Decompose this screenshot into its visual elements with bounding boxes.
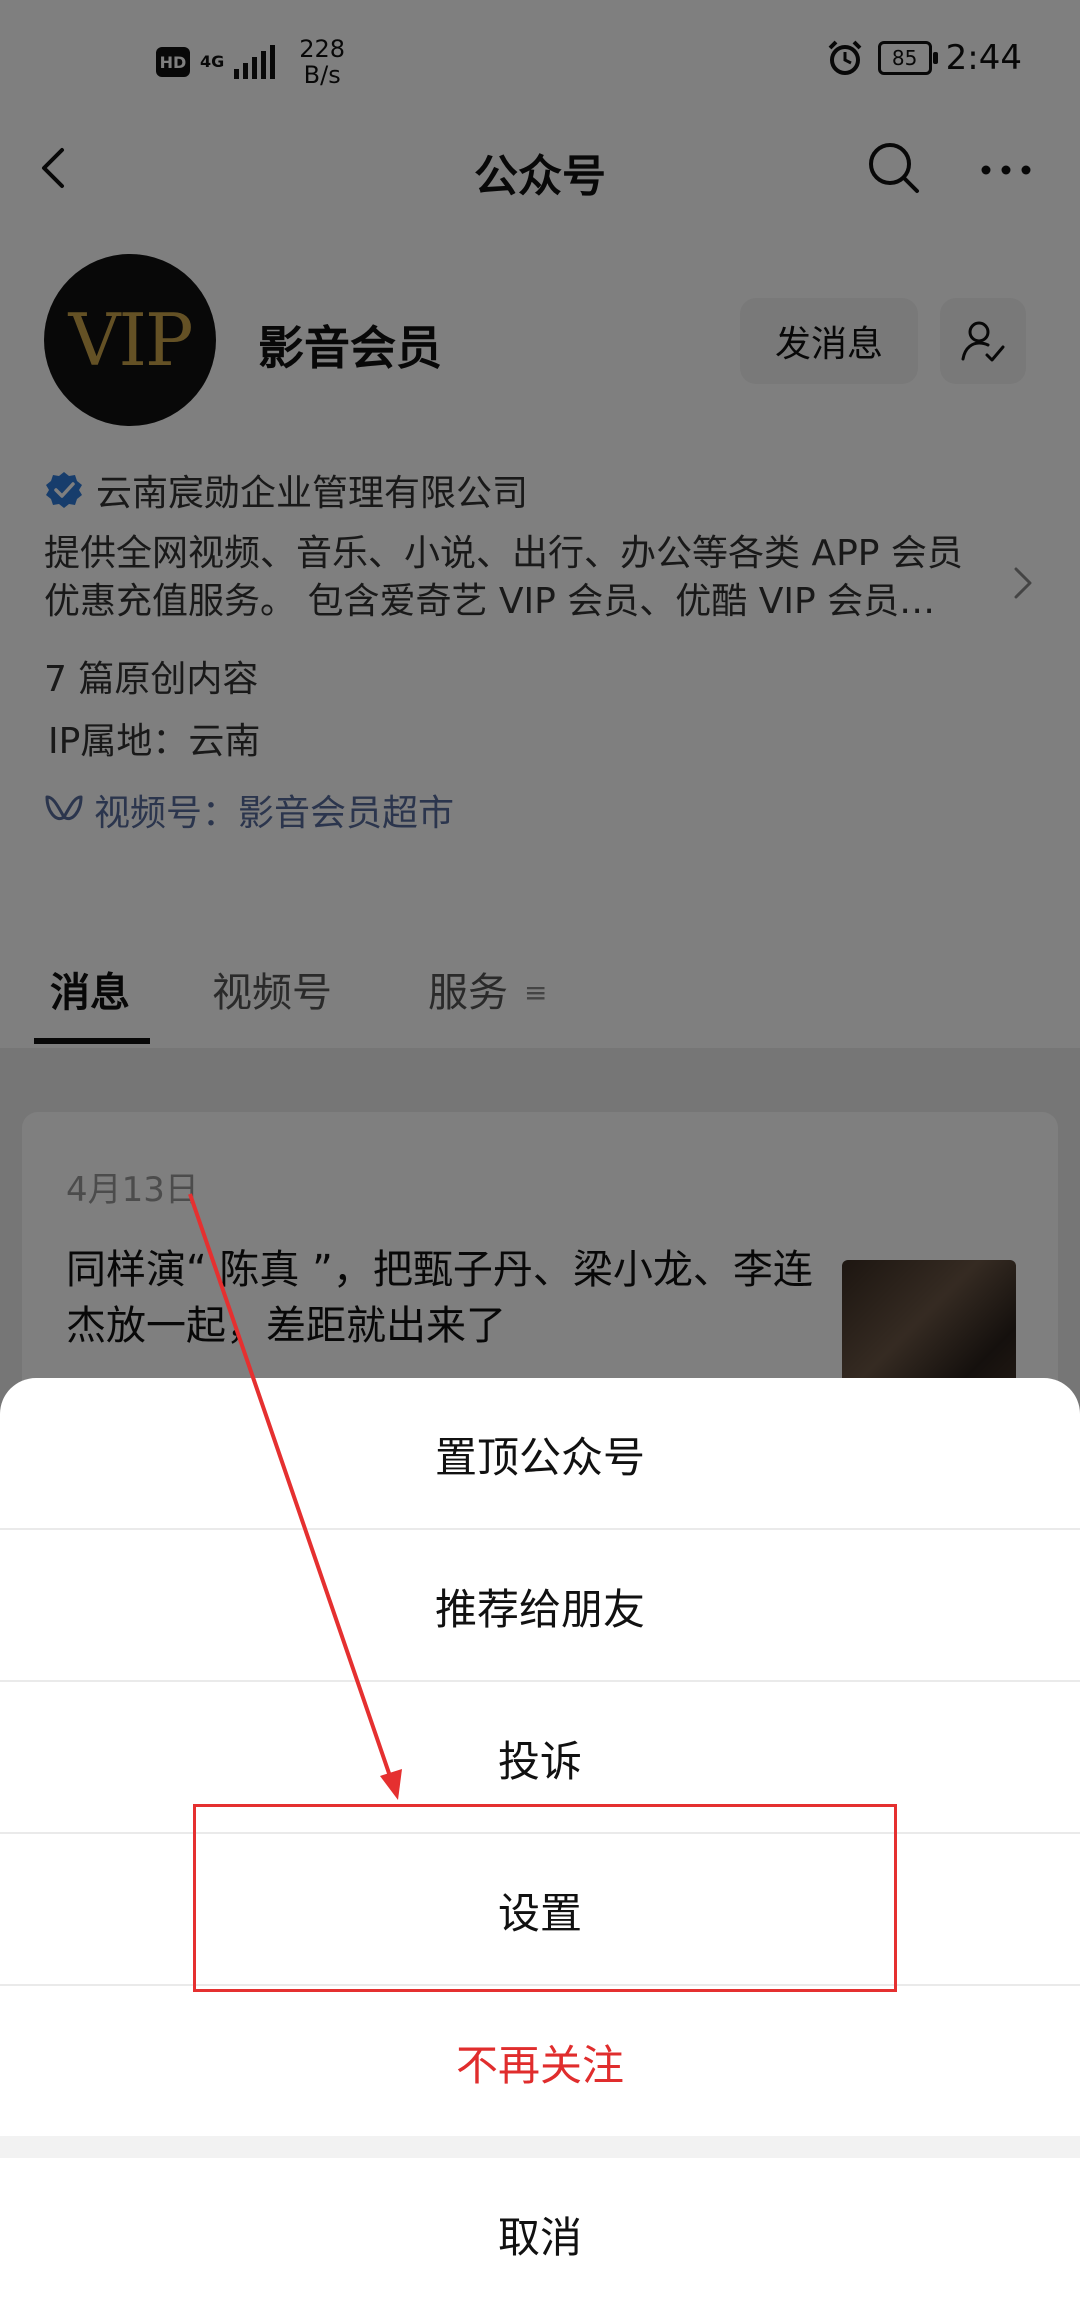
recommend-to-friend-option[interactable]: 推荐给朋友 (0, 1530, 1080, 1682)
pin-account-option[interactable]: 置顶公众号 (0, 1378, 1080, 1530)
sheet-separator (0, 2136, 1080, 2158)
unfollow-option[interactable]: 不再关注 (0, 1986, 1080, 2138)
cancel-option[interactable]: 取消 (0, 2158, 1080, 2310)
annotation-highlight-box (193, 1804, 897, 1992)
